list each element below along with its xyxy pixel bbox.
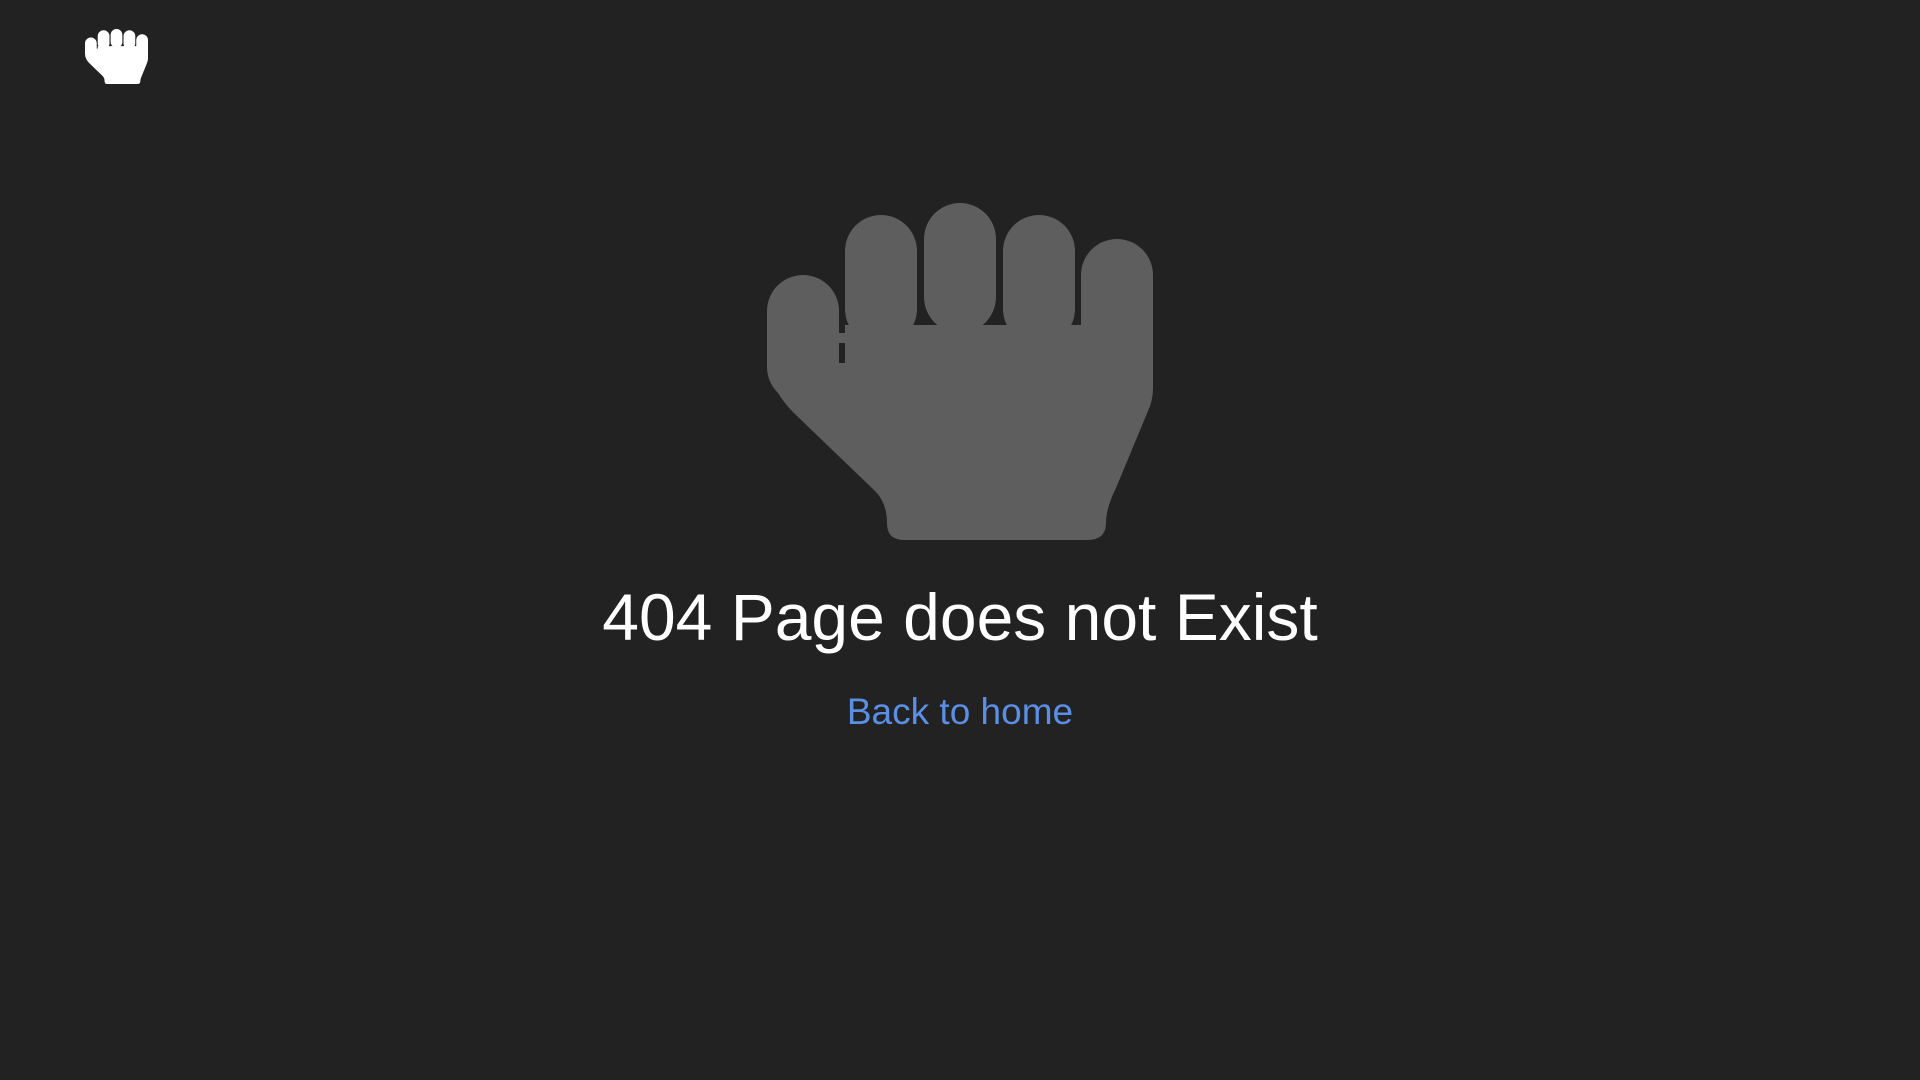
hand-icon bbox=[767, 203, 1153, 540]
hand-icon bbox=[85, 29, 148, 84]
hand-illustration bbox=[767, 203, 1153, 540]
back-to-home-link[interactable]: Back to home bbox=[760, 688, 1160, 736]
home-logo-button[interactable] bbox=[85, 29, 148, 84]
not-found-page: 404 Page does not Exist Back to home bbox=[0, 0, 1920, 1080]
error-title: 404 Page does not Exist bbox=[602, 580, 1318, 654]
